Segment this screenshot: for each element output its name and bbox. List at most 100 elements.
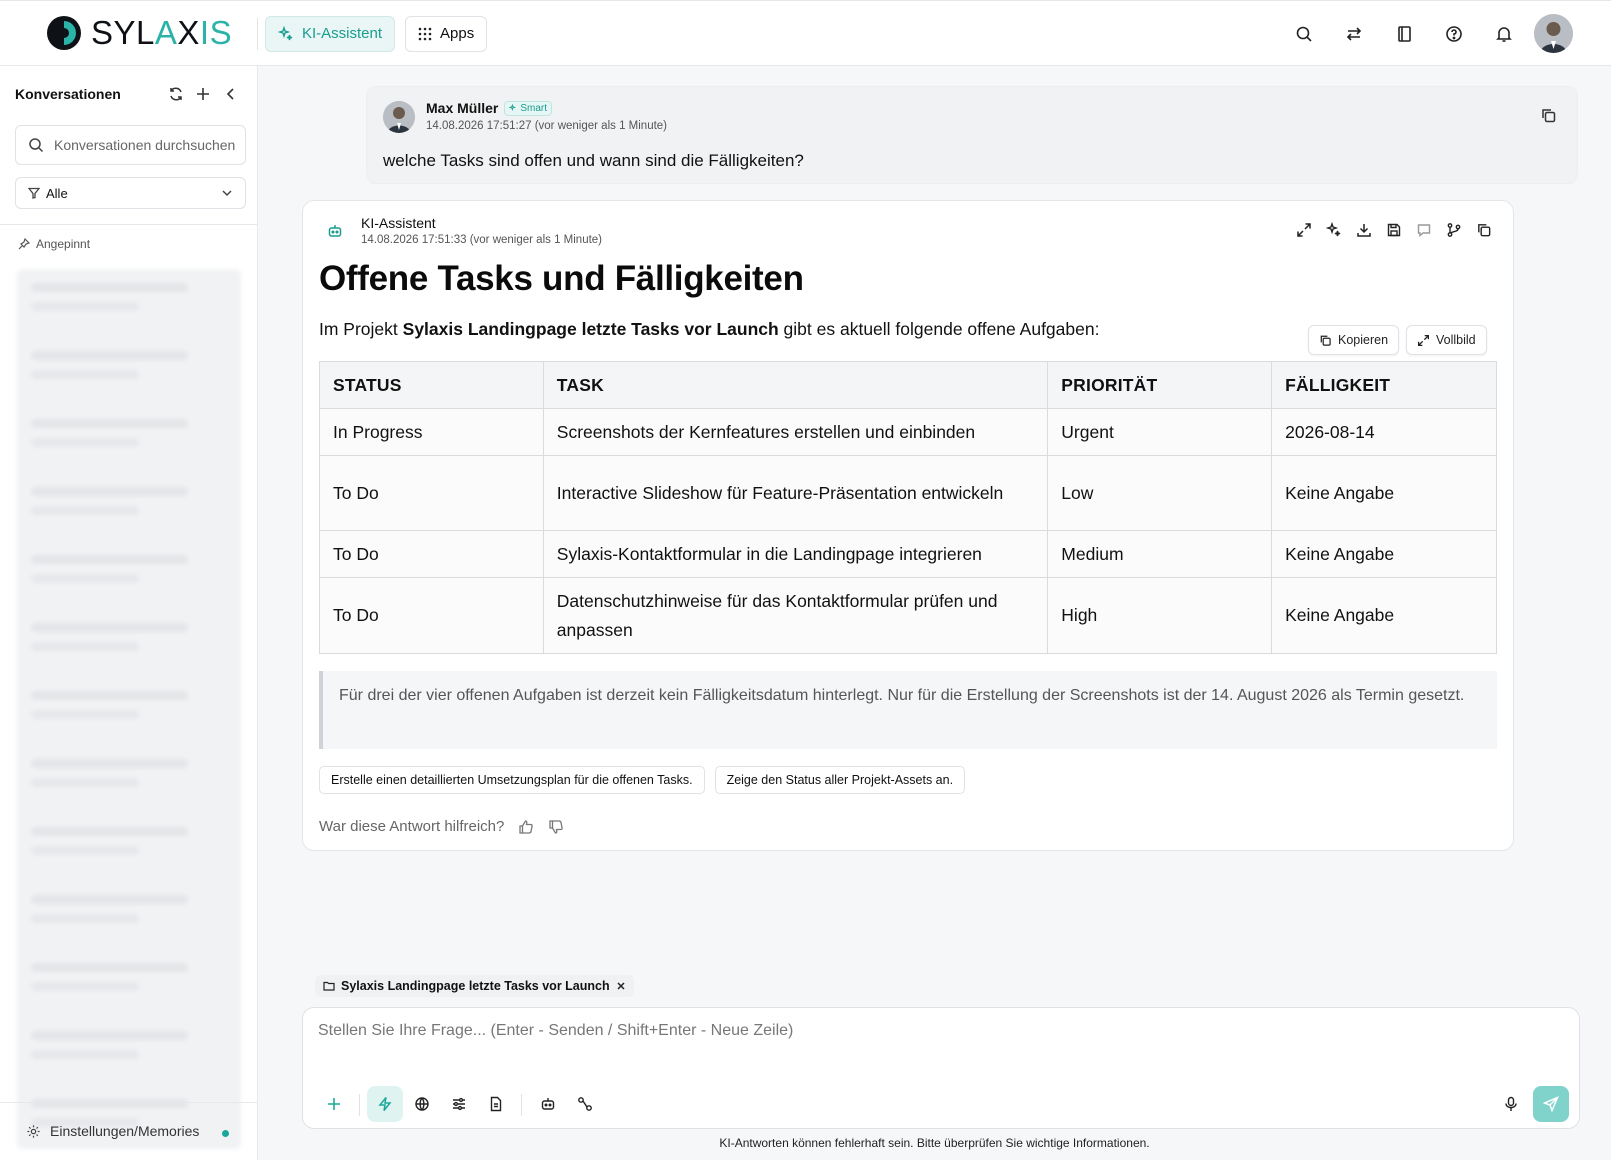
cell-priority: Medium [1047,530,1273,578]
list-item[interactable] [17,337,241,405]
list-item[interactable] [17,881,241,949]
column-header-status: STATUS [319,361,544,409]
top-header: SYLAXIS KI-Assistent Apps [0,0,1611,66]
answer-intro: Im Projekt Sylaxis Landingpage letzte Ta… [319,319,1099,340]
sidebar-divider [0,224,258,225]
search-icon[interactable] [1292,22,1316,46]
list-item[interactable] [17,609,241,677]
suggestion-chip[interactable]: Erstelle einen detaillierten Umsetzungsp… [319,766,705,794]
comment-icon[interactable] [1415,221,1433,239]
copy-table-label: Kopieren [1338,333,1389,347]
conversation-filter-select[interactable]: Alle [15,177,246,209]
document-icon[interactable] [478,1086,514,1122]
cell-task: Sylaxis-Kontaktformular in die Landingpa… [542,530,1049,578]
workflow-icon[interactable] [567,1086,603,1122]
user-name-text: Max Müller [426,100,499,116]
list-item[interactable] [17,949,241,1017]
grid-icon [418,27,432,41]
thumbs-down-icon[interactable] [548,819,564,835]
list-item[interactable] [17,813,241,881]
cell-status: To Do [319,577,544,654]
book-icon[interactable] [1392,22,1416,46]
branch-icon[interactable] [1445,221,1463,239]
sparkles-icon[interactable] [1325,221,1343,239]
user-avatar[interactable] [1534,14,1573,53]
conversation-search-input[interactable] [54,137,244,153]
cell-priority: Urgent [1047,408,1273,456]
assistant-message-card: KI-Assistent 14.08.2026 17:51:33 (vor we… [302,200,1514,851]
nav-label: KI-Assistent [302,25,383,42]
list-item[interactable] [17,745,241,813]
project-context-chip: Sylaxis Landingpage letzte Tasks vor Lau… [315,975,634,997]
user-name: Max Müller Smart [426,100,553,116]
filter-value: Alle [46,185,68,201]
cell-due-date: Keine Angabe [1271,577,1497,654]
send-button[interactable] [1533,1086,1569,1122]
suggestion-chip[interactable]: Zeige den Status aller Projekt-Assets an… [714,766,966,794]
cell-task: Screenshots der Kernfeatures erstellen u… [542,408,1049,456]
microphone-icon[interactable] [1493,1086,1529,1122]
table-row: To Do Datenschutzhinweise für das Kontak… [319,577,1497,654]
refresh-icon[interactable] [165,83,187,105]
thumbs-up-icon[interactable] [518,819,534,835]
bell-icon[interactable] [1492,22,1516,46]
collapse-sidebar-icon[interactable] [220,83,242,105]
add-attachment-icon[interactable] [316,1086,352,1122]
list-item[interactable] [17,269,241,337]
close-icon[interactable] [616,981,626,991]
user-message-text: welche Tasks sind offen und wann sind di… [383,151,804,170]
message-timestamp: 14.08.2026 17:51:27 (vor weniger als 1 M… [426,120,668,132]
expand-icon [1417,334,1430,347]
smart-badge: Smart [504,100,553,116]
copy-icon[interactable] [1540,107,1557,124]
cell-due-date: Keine Angabe [1271,530,1497,578]
project-context-label: Sylaxis Landingpage letzte Tasks vor Lau… [341,979,610,993]
chat-input[interactable] [318,1022,1318,1040]
project-name: Sylaxis Landingpage letzte Tasks vor Lau… [402,319,779,339]
column-header-due-date: FÄLLIGKEIT [1271,361,1497,409]
list-item[interactable] [17,677,241,745]
conversations-sidebar: Konversationen Alle Angepinnt [0,66,258,1160]
fullscreen-table-button[interactable]: Vollbild [1406,325,1487,355]
download-icon[interactable] [1355,221,1373,239]
list-item[interactable] [17,473,241,541]
answer-note-blockquote: Für drei der vier offenen Aufgaben ist d… [319,671,1497,749]
send-icon [1543,1096,1559,1112]
table-header-row: STATUS TASK PRIORITÄT FÄLLIGKEIT [319,361,1497,409]
list-item[interactable] [17,541,241,609]
cell-task: Interactive Slideshow für Feature-Präsen… [542,455,1049,531]
nav-ki-assistent[interactable]: KI-Assistent [265,16,396,52]
feedback-question: War diese Antwort hilfreich? [319,818,505,835]
settings-sliders-icon[interactable] [441,1086,477,1122]
table-row: To Do Interactive Slideshow für Feature-… [319,455,1497,531]
swap-icon[interactable] [1342,22,1366,46]
list-item[interactable] [17,405,241,473]
folder-icon [323,980,335,992]
toolbar-divider [521,1094,522,1116]
avatar [383,101,415,133]
logo-text: SYLAXIS [91,14,233,51]
help-icon[interactable] [1442,22,1466,46]
web-search-icon[interactable] [404,1086,440,1122]
list-item[interactable] [17,1017,241,1085]
toolbar-divider [359,1094,360,1116]
copy-table-button[interactable]: Kopieren [1308,325,1400,355]
intro-text-post: gibt es aktuell folgende offene Aufgaben… [778,319,1100,339]
cell-status: To Do [319,530,544,578]
sparkles-icon [278,26,294,42]
expand-icon[interactable] [1295,221,1313,239]
copy-icon[interactable] [1475,221,1493,239]
lightning-mode-icon[interactable] [367,1086,403,1122]
fullscreen-table-label: Vollbild [1436,333,1476,347]
save-icon[interactable] [1385,221,1403,239]
search-icon [28,137,44,153]
filter-icon [28,187,40,199]
message-toolbar [1295,221,1493,239]
sylaxis-logo[interactable]: SYLAXIS [46,15,232,51]
feedback-row: War diese Antwort hilfreich? [319,818,564,835]
conversation-search[interactable] [15,125,246,165]
pinned-label: Angepinnt [36,237,91,251]
nav-apps[interactable]: Apps [405,16,488,52]
new-conversation-icon[interactable] [192,83,214,105]
bot-icon[interactable] [530,1086,566,1122]
